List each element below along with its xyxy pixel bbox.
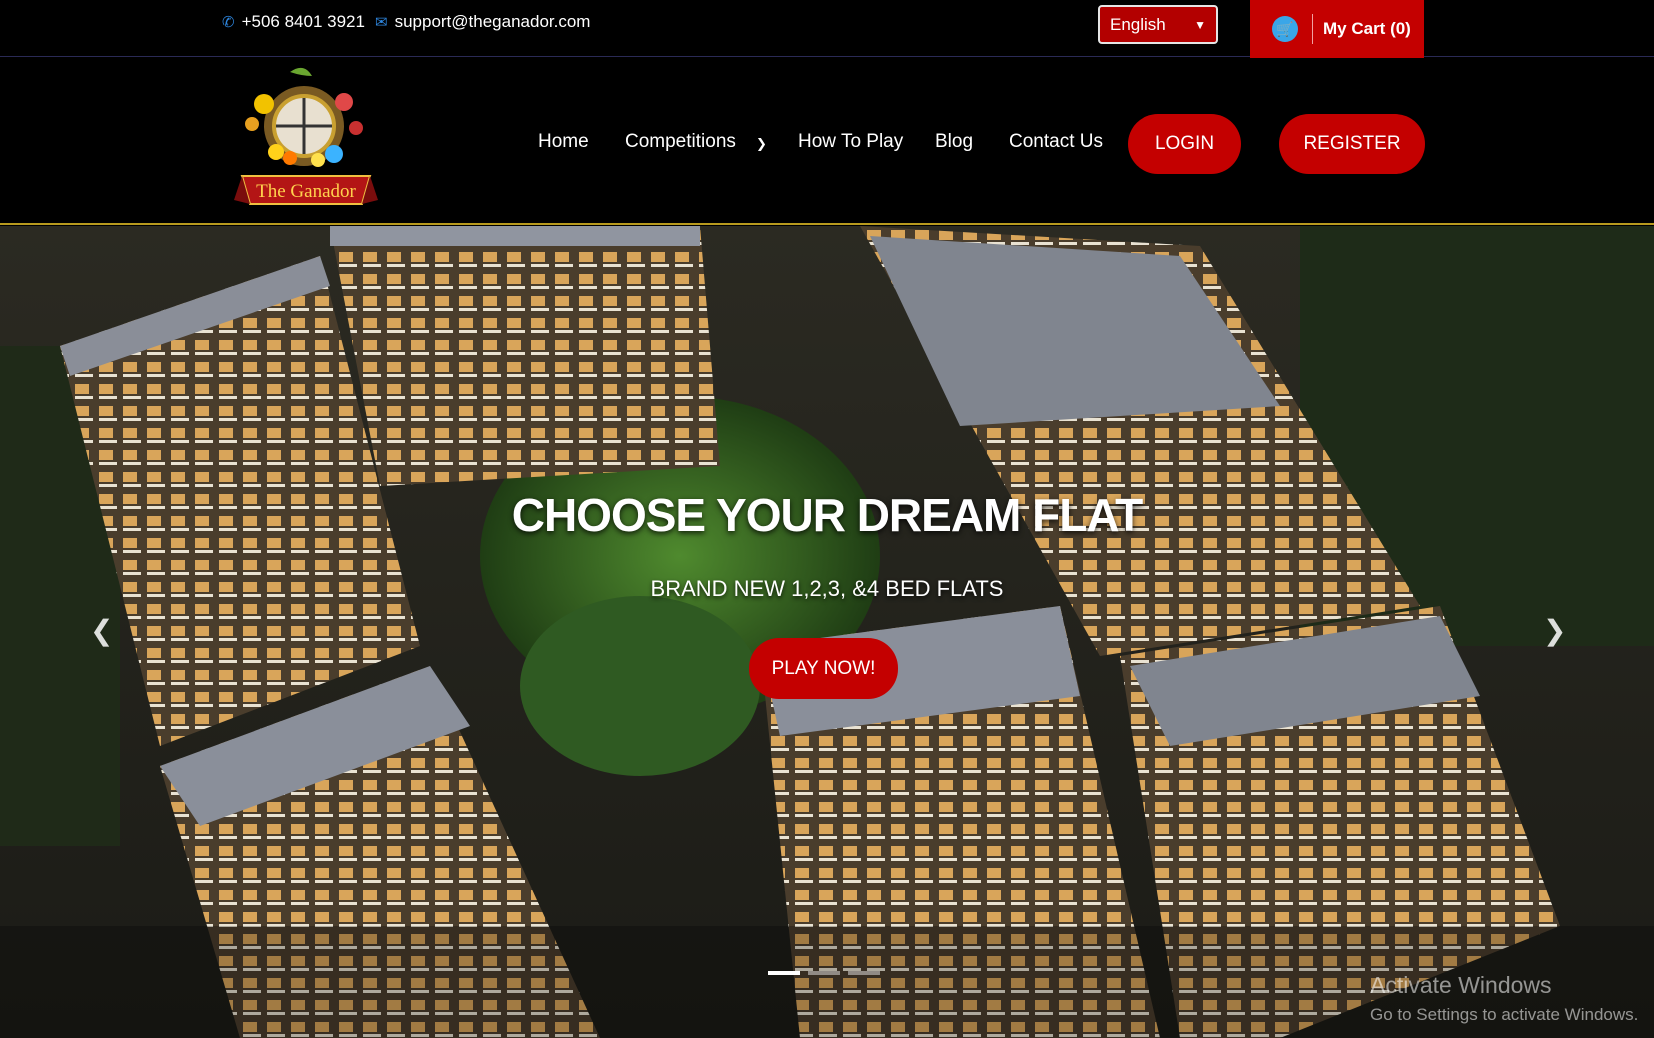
slider-indicators <box>768 971 880 975</box>
slide-indicator-2[interactable] <box>808 971 840 975</box>
nav-contact-us[interactable]: Contact Us <box>1009 131 1103 153</box>
chevron-down-icon[interactable]: ❯ <box>756 136 767 152</box>
hero-subtitle: BRAND NEW 1,2,3, &4 BED FLATS <box>650 576 1004 601</box>
cart-label: My Cart (0) <box>1323 19 1411 38</box>
language-value: English <box>1110 14 1166 34</box>
main-nav: The Ganador Home Competitions ❯ How To P… <box>0 58 1654 225</box>
play-now-button[interactable]: PLAY NOW! <box>749 638 898 699</box>
top-bar: ✆ +506 8401 3921 ✉ support@theganador.co… <box>0 0 1654 58</box>
nav-blog[interactable]: Blog <box>935 131 973 153</box>
windows-activation-watermark: Activate Windows Go to Settings to activ… <box>1370 972 1638 1025</box>
cart-divider <box>1312 14 1313 44</box>
email-address: support@theganador.com <box>394 12 591 31</box>
email-contact[interactable]: ✉ support@theganador.com <box>375 12 590 32</box>
slide-indicator-3[interactable] <box>848 971 880 975</box>
login-button[interactable]: LOGIN <box>1128 114 1241 174</box>
phone-icon: ✆ <box>222 14 235 31</box>
watermark-title: Activate Windows <box>1370 972 1552 998</box>
chevron-left-icon[interactable]: ❮ <box>90 614 113 647</box>
nav-home[interactable]: Home <box>538 131 589 153</box>
register-button[interactable]: REGISTER <box>1279 114 1425 174</box>
nav-competitions[interactable]: Competitions <box>625 131 736 153</box>
ganador-logo[interactable]: The Ganador <box>232 64 380 216</box>
nav-how-to-play[interactable]: How To Play <box>798 131 903 153</box>
logo-text: The Ganador <box>256 181 356 202</box>
cart-icon: 🛒 <box>1272 16 1298 42</box>
cart-button[interactable]: 🛒 My Cart (0) <box>1250 0 1424 58</box>
slide-indicator-1[interactable] <box>768 971 800 975</box>
chevron-down-icon: ▼ <box>1194 17 1206 32</box>
phone-contact[interactable]: ✆ +506 8401 3921 <box>222 12 365 32</box>
phone-number: +506 8401 3921 <box>241 12 365 31</box>
envelope-icon: ✉ <box>375 14 388 31</box>
watermark-subtitle: Go to Settings to activate Windows. <box>1370 1005 1639 1024</box>
hero-background-image <box>0 226 1654 1038</box>
chevron-right-icon[interactable]: ❯ <box>1543 614 1566 647</box>
language-select[interactable]: English ▼ <box>1098 5 1218 44</box>
hero-title: CHOOSE YOUR DREAM FLAT <box>511 489 1144 541</box>
hero-slider: ❮ ❯ CHOOSE YOUR DREAM FLAT BRAND NEW 1,2… <box>0 226 1654 1038</box>
